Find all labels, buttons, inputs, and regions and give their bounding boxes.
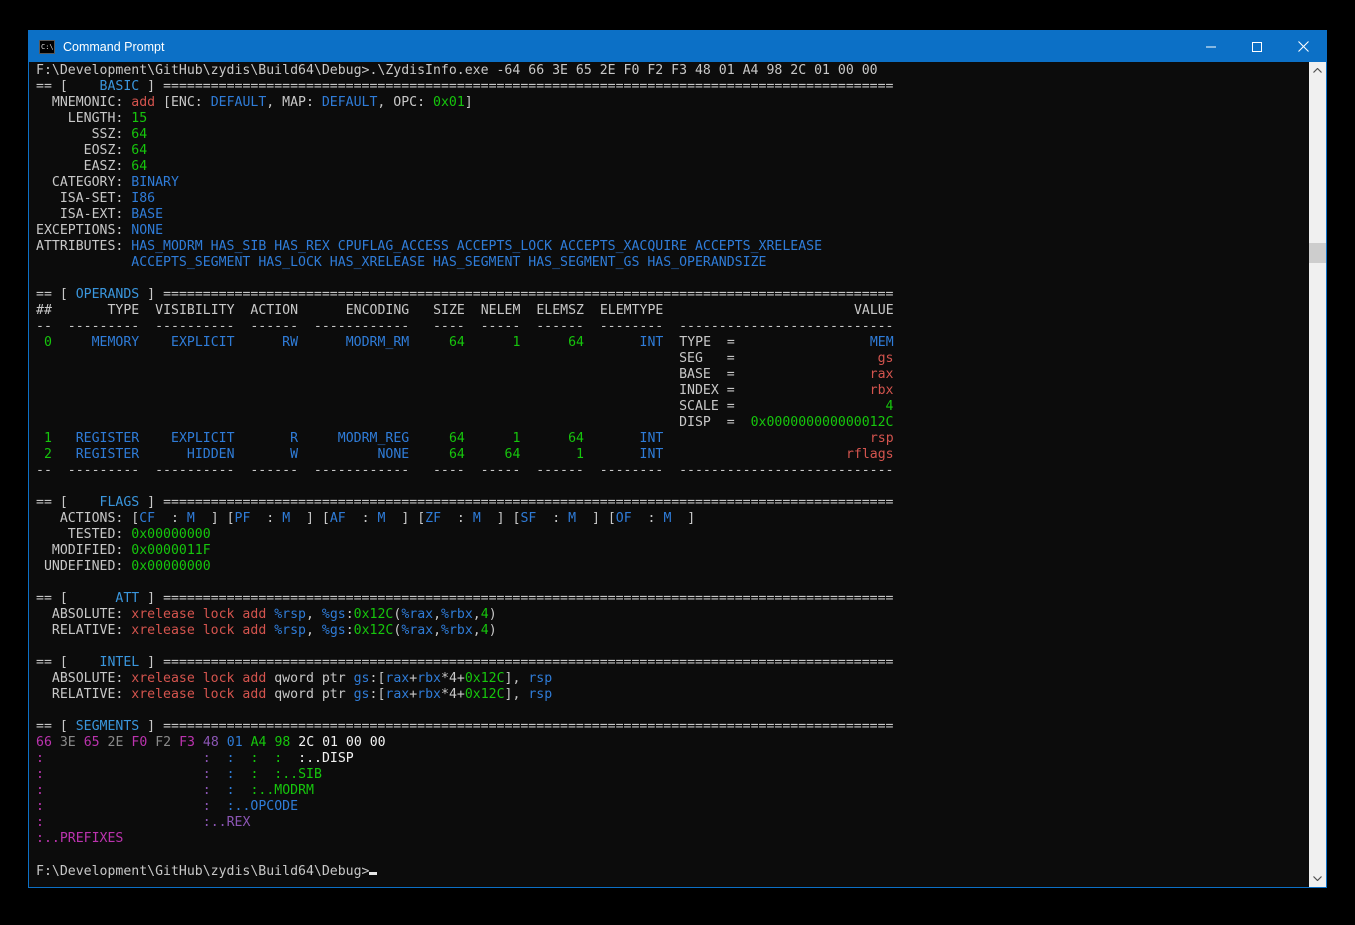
console-line: : : : :..MODRM	[36, 783, 1309, 799]
scroll-up-button[interactable]	[1309, 62, 1326, 79]
console-line	[36, 575, 1309, 591]
close-button[interactable]	[1280, 31, 1326, 62]
console-line: SSZ: 64	[36, 127, 1309, 143]
console-line: ACCEPTS_SEGMENT HAS_LOCK HAS_XRELEASE HA…	[36, 255, 1309, 271]
console-line: == [ SEGMENTS ] ========================…	[36, 719, 1309, 735]
console-line: : : :..OPCODE	[36, 799, 1309, 815]
console-line: RELATIVE: xrelease lock add qword ptr gs…	[36, 687, 1309, 703]
console-line: == [ ATT ] =============================…	[36, 591, 1309, 607]
console-line: BASE = rax	[36, 367, 1309, 383]
console-line: ISA-EXT: BASE	[36, 207, 1309, 223]
console-line: == [ BASIC ] ===========================…	[36, 79, 1309, 95]
console-line: ATTRIBUTES: HAS_MODRM HAS_SIB HAS_REX CP…	[36, 239, 1309, 255]
console-line: == [ FLAGS ] ===========================…	[36, 495, 1309, 511]
console-line: RELATIVE: xrelease lock add %rsp, %gs:0x…	[36, 623, 1309, 639]
console-line: : : : : :..SIB	[36, 767, 1309, 783]
console-line: EOSZ: 64	[36, 143, 1309, 159]
console-line: 1 REGISTER EXPLICIT R MODRM_REG 64 1 64 …	[36, 431, 1309, 447]
console-line: INDEX = rbx	[36, 383, 1309, 399]
console-line: EASZ: 64	[36, 159, 1309, 175]
console-line	[36, 847, 1309, 863]
window-controls	[1188, 31, 1326, 62]
console-line: : :..REX	[36, 815, 1309, 831]
chevron-down-icon	[1313, 876, 1322, 881]
console-line: ACTIONS: [CF : M ] [PF : M ] [AF : M ] […	[36, 511, 1309, 527]
console-line: == [ INTEL ] ===========================…	[36, 655, 1309, 671]
text-cursor	[369, 863, 377, 875]
console-line: -- --------- ---------- ------ ---------…	[36, 463, 1309, 479]
minimize-button[interactable]	[1188, 31, 1234, 62]
console-line: F:\Development\GitHub\zydis\Build64\Debu…	[36, 63, 1309, 79]
minimize-icon	[1206, 42, 1216, 52]
console-line	[36, 479, 1309, 495]
cmd-icon: C:\	[39, 40, 55, 54]
console-line: TESTED: 0x00000000	[36, 527, 1309, 543]
console-line: LENGTH: 15	[36, 111, 1309, 127]
maximize-button[interactable]	[1234, 31, 1280, 62]
console-line: SCALE = 4	[36, 399, 1309, 415]
console-line: 0 MEMORY EXPLICIT RW MODRM_RM 64 1 64 IN…	[36, 335, 1309, 351]
console-line: :..PREFIXES	[36, 831, 1309, 847]
close-icon	[1298, 41, 1309, 52]
console-line	[36, 639, 1309, 655]
console-line: 2 REGISTER HIDDEN W NONE 64 64 1 INT rfl…	[36, 447, 1309, 463]
console-line: : : : : : :..DISP	[36, 751, 1309, 767]
console-line	[36, 703, 1309, 719]
console-line: ABSOLUTE: xrelease lock add %rsp, %gs:0x…	[36, 607, 1309, 623]
console-line	[36, 271, 1309, 287]
console-line: 66 3E 65 2E F0 F2 F3 48 01 A4 98 2C 01 0…	[36, 735, 1309, 751]
console-line: MODIFIED: 0x0000011F	[36, 543, 1309, 559]
window-title: Command Prompt	[63, 40, 164, 54]
scroll-down-button[interactable]	[1309, 870, 1326, 887]
console-line: -- --------- ---------- ------ ---------…	[36, 319, 1309, 335]
console-line: ISA-SET: I86	[36, 191, 1309, 207]
desktop-background: C:\ Command Prompt	[0, 0, 1355, 925]
console-client-area: F:\Development\GitHub\zydis\Build64\Debu…	[29, 62, 1326, 887]
scrollbar-thumb[interactable]	[1309, 243, 1326, 263]
title-bar[interactable]: C:\ Command Prompt	[29, 31, 1326, 62]
console-output[interactable]: F:\Development\GitHub\zydis\Build64\Debu…	[29, 62, 1309, 887]
scrollbar[interactable]	[1309, 62, 1326, 887]
chevron-up-icon	[1313, 68, 1322, 73]
console-line: F:\Development\GitHub\zydis\Build64\Debu…	[36, 863, 1309, 879]
maximize-icon	[1252, 42, 1262, 52]
terminal-window: C:\ Command Prompt	[28, 30, 1327, 888]
console-line: == [ OPERANDS ] ========================…	[36, 287, 1309, 303]
console-line: DISP = 0x000000000000012C	[36, 415, 1309, 431]
console-line: ## TYPE VISIBILITY ACTION ENCODING SIZE …	[36, 303, 1309, 319]
console-line: MNEMONIC: add [ENC: DEFAULT, MAP: DEFAUL…	[36, 95, 1309, 111]
console-line: UNDEFINED: 0x00000000	[36, 559, 1309, 575]
console-line: EXCEPTIONS: NONE	[36, 223, 1309, 239]
console-line: ABSOLUTE: xrelease lock add qword ptr gs…	[36, 671, 1309, 687]
console-line: CATEGORY: BINARY	[36, 175, 1309, 191]
console-line: SEG = gs	[36, 351, 1309, 367]
